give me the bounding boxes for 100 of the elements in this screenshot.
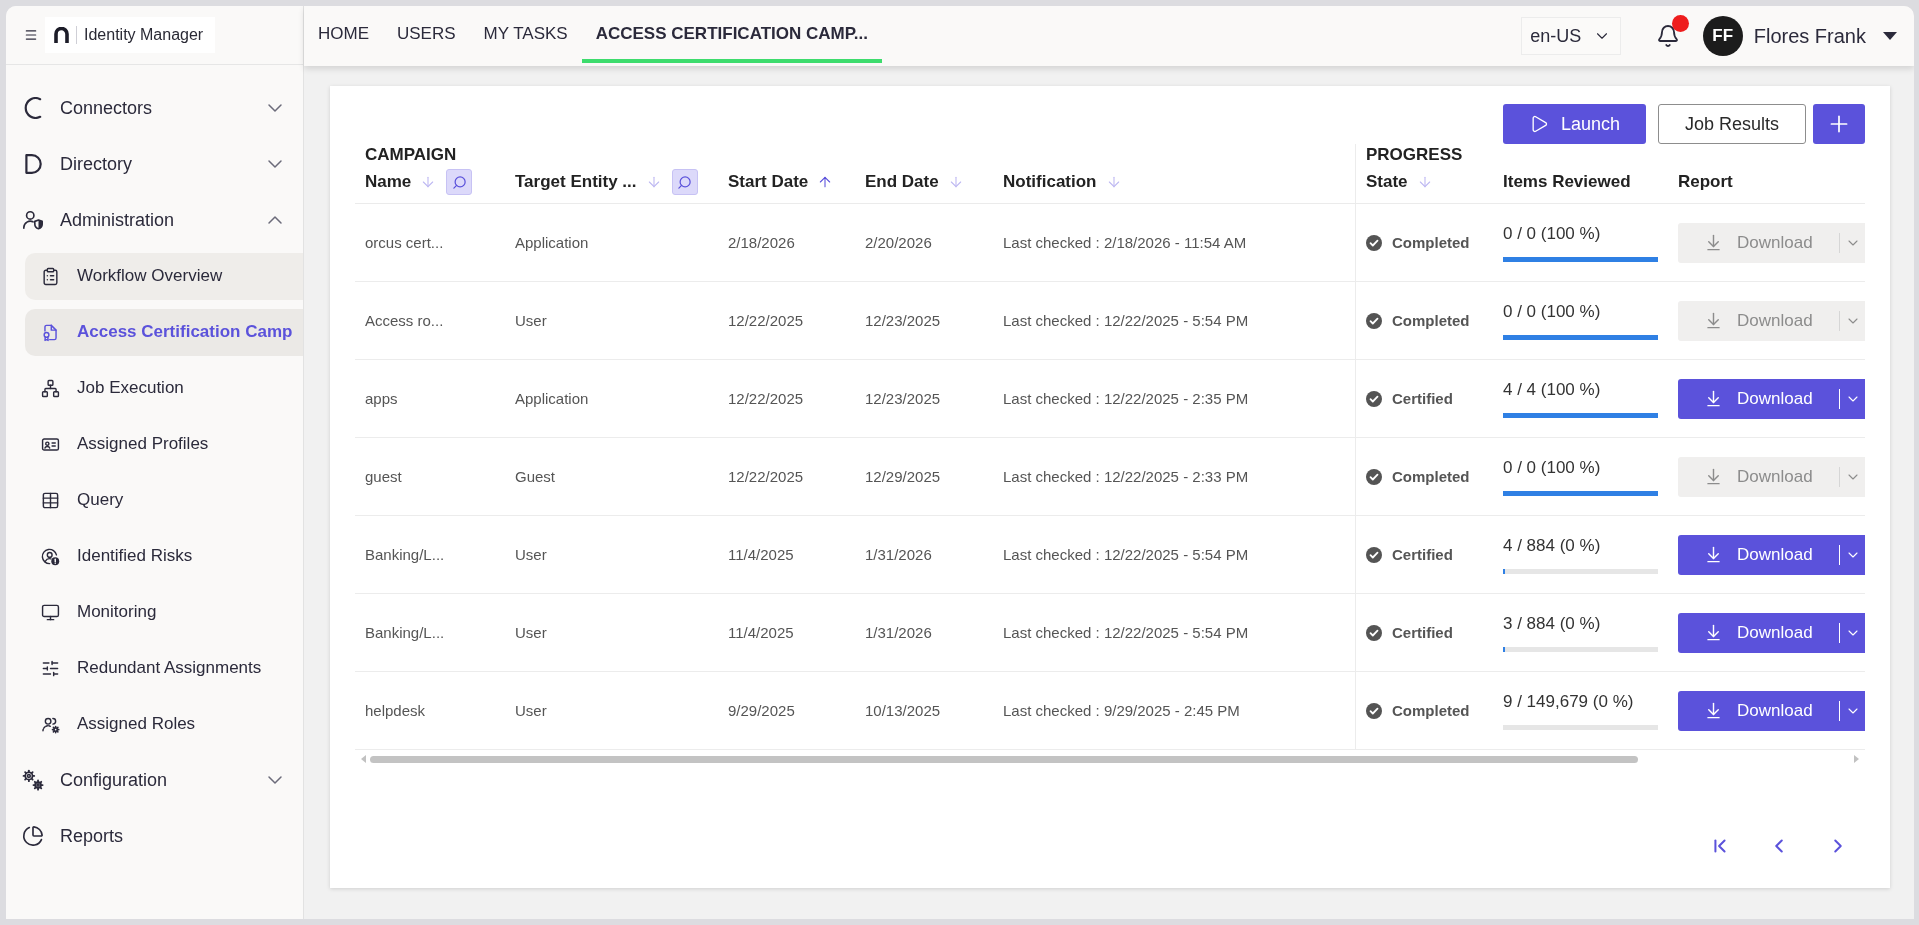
product-name: Identity Manager — [76, 26, 204, 44]
campaign-name: guest — [365, 468, 402, 485]
user-name[interactable]: Flores Frank — [1753, 24, 1866, 48]
download-options-button[interactable] — [1839, 612, 1865, 653]
user-avatar: FF — [1702, 16, 1743, 56]
pie-chart-icon — [22, 825, 44, 847]
job-results-button[interactable]: Job Results — [1658, 104, 1806, 144]
gears-icon — [22, 769, 44, 791]
scroll-left-icon[interactable] — [361, 755, 366, 763]
launch-button[interactable]: Launch — [1503, 104, 1646, 144]
download-button[interactable]: Download — [1678, 690, 1839, 731]
check-circle-icon — [1366, 234, 1382, 251]
end-date: 12/23/2025 — [865, 390, 941, 407]
sidebar-subitem[interactable]: Monitoring — [25, 588, 303, 636]
logo-icon — [54, 27, 69, 43]
start-date: 12/22/2025 — [728, 312, 804, 329]
column-header: Items Reviewed — [1503, 172, 1631, 192]
check-circle-icon — [1366, 546, 1382, 563]
start-date: 12/22/2025 — [728, 468, 804, 485]
column-header: Start Date — [728, 172, 809, 192]
download-options-button[interactable] — [1839, 378, 1865, 419]
menu-icon[interactable] — [24, 28, 38, 42]
download-icon — [1704, 701, 1723, 720]
sidebar-subitem[interactable]: Identified Risks — [25, 532, 303, 580]
nav-tab[interactable]: MY TASKS — [469, 6, 582, 63]
search-button[interactable] — [671, 169, 698, 195]
items-reviewed-count: 0 / 0 (100 %) — [1503, 457, 1602, 478]
items-reviewed-count: 0 / 0 (100 %) — [1503, 301, 1602, 322]
language-select[interactable]: en-US — [1520, 17, 1621, 55]
campaign-name: helpdesk — [365, 702, 426, 719]
download-icon — [1704, 389, 1723, 408]
download-icon — [1704, 311, 1723, 330]
end-date: 2/20/2026 — [865, 234, 932, 251]
bell-icon[interactable] — [1655, 24, 1680, 48]
items-reviewed-count: 4 / 4 (100 %) — [1503, 379, 1602, 400]
sidebar-subitem[interactable]: Query — [25, 476, 303, 524]
sidebar-item[interactable]: Reports — [6, 808, 303, 864]
network-icon — [41, 378, 60, 398]
column-header: Name — [365, 172, 412, 192]
column-header: State — [1366, 172, 1408, 192]
sidebar-subitem[interactable]: Workflow Overview — [25, 252, 303, 300]
notification-text: Last checked : 9/29/2025 - 2:45 PM — [1003, 702, 1240, 719]
download-options-button[interactable] — [1839, 690, 1865, 731]
notification-text: Last checked : 2/18/2026 - 11:54 AM — [1003, 234, 1247, 251]
check-circle-icon — [1366, 624, 1382, 641]
end-date: 1/31/2026 — [865, 546, 932, 563]
download-icon — [1704, 545, 1723, 564]
download-button[interactable]: Download — [1678, 612, 1839, 653]
download-button[interactable]: Download — [1678, 378, 1839, 419]
arc-icon — [22, 97, 44, 119]
target-entity: User — [515, 312, 547, 329]
state-label: Certified — [1392, 546, 1453, 563]
target-entity: Application — [515, 390, 589, 407]
nav-tab[interactable]: USERS — [383, 6, 470, 63]
target-entity: User — [515, 624, 547, 641]
sidebar-subitem[interactable]: Redundant Assignments — [25, 644, 303, 692]
start-date: 11/4/2025 — [728, 624, 794, 641]
scroll-right-icon[interactable] — [1854, 755, 1859, 763]
search-button[interactable] — [446, 169, 473, 195]
campaign-name: Access ro... — [365, 312, 444, 329]
start-date: 12/22/2025 — [728, 390, 804, 407]
state-label: Certified — [1392, 390, 1453, 407]
download-icon — [1704, 233, 1723, 252]
d-shape-icon — [22, 153, 44, 175]
sidebar-item[interactable]: Directory — [6, 136, 303, 192]
column-group-label: PROGRESS — [1366, 144, 1464, 166]
state-label: Certified — [1392, 624, 1453, 641]
notification-text: Last checked : 12/22/2025 - 5:54 PM — [1003, 312, 1249, 329]
notification-text: Last checked : 12/22/2025 - 5:54 PM — [1003, 624, 1249, 641]
sidebar-subitem[interactable]: Access Certification Camp — [25, 308, 303, 356]
download-button[interactable]: Download — [1678, 534, 1839, 575]
sidebar-item[interactable]: Connectors — [6, 80, 303, 136]
campaign-name: orcus cert... — [365, 234, 444, 251]
state-label: Completed — [1392, 468, 1470, 485]
sidebar-item[interactable]: Administration — [6, 192, 303, 248]
caret-down-icon[interactable] — [1883, 32, 1897, 40]
check-circle-icon — [1366, 390, 1382, 407]
notification-text: Last checked : 12/22/2025 - 2:35 PM — [1003, 390, 1249, 407]
state-label: Completed — [1392, 234, 1470, 251]
sidebar-subitem[interactable]: Job Execution — [25, 364, 303, 412]
search-icon — [677, 174, 693, 190]
column-header: Report — [1678, 172, 1733, 192]
items-reviewed-count: 3 / 884 (0 %) — [1503, 613, 1602, 634]
nav-tab[interactable]: ACCESS CERTIFICATION CAMP... — [581, 6, 882, 63]
sidebar-subitem[interactable]: Assigned Profiles — [25, 420, 303, 468]
table-icon — [41, 490, 60, 510]
campaign-name: Banking/L... — [365, 624, 445, 641]
nav-tab[interactable]: HOME — [304, 6, 383, 63]
notification-text: Last checked : 12/22/2025 - 2:33 PM — [1003, 468, 1249, 485]
add-button[interactable] — [1813, 104, 1865, 144]
download-icon — [1704, 623, 1723, 642]
target-entity: Application — [515, 234, 589, 251]
sidebar-item[interactable]: Configuration — [6, 752, 303, 808]
state-label: Completed — [1392, 312, 1470, 329]
download-options-button[interactable] — [1839, 534, 1865, 575]
scrollbar-thumb[interactable] — [370, 755, 1638, 763]
notification-text: Last checked : 12/22/2025 - 5:54 PM — [1003, 546, 1249, 563]
sidebar-subitem[interactable]: Assigned Roles — [25, 700, 303, 748]
start-date: 9/29/2025 — [728, 702, 795, 719]
search-icon — [451, 174, 467, 190]
